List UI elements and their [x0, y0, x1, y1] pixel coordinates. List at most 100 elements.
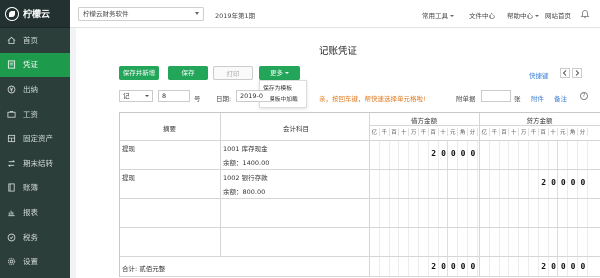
save-and-new-button[interactable]: 保存并新增 — [119, 66, 159, 80]
credit-cell[interactable] — [480, 199, 600, 227]
account-cell[interactable]: 1002 银行存款 余额：800.00 — [221, 170, 370, 198]
voucher-header-row: 记 8 号 日期: 2019-0 亲，按回车键，帮快速选择单元格啦! 附单据 张… — [76, 90, 600, 104]
bell-icon[interactable] — [580, 9, 590, 19]
table-row[interactable]: 提现 1002 银行存款 余额：800.00 2 0 0 0 0 — [120, 170, 600, 199]
logo[interactable]: 柠檬云 — [0, 0, 70, 28]
amount-digit: 2 — [541, 178, 547, 187]
chevron-right-icon — [575, 70, 580, 76]
next-voucher-button[interactable] — [572, 68, 582, 78]
menu-file-center[interactable]: 文件中心 — [469, 10, 495, 20]
debit-cell[interactable] — [370, 199, 480, 227]
amount-digit: 0 — [460, 149, 466, 158]
menu-file-center-label: 文件中心 — [469, 12, 495, 20]
amount-digit: 0 — [560, 262, 566, 271]
amount-digit — [370, 149, 380, 158]
sidebar-item-fixed-asset[interactable]: 固定资产 — [0, 126, 70, 151]
menu-help-center[interactable]: 帮助中心 — [507, 10, 539, 20]
summary-text: 提现 — [122, 174, 135, 182]
summary-cell[interactable]: 提现 — [120, 170, 221, 198]
logo-text: 柠檬云 — [23, 10, 51, 20]
debit-cell[interactable] — [370, 228, 480, 256]
note-link[interactable]: 备注 — [554, 93, 567, 103]
credit-cell[interactable] — [480, 141, 600, 169]
voucher-word-select[interactable]: 记 — [119, 90, 153, 102]
amount-digit — [380, 149, 390, 158]
amount-digits: 20000 — [370, 149, 478, 158]
more-button-label: 更多 — [270, 69, 283, 77]
digit-grid — [370, 228, 478, 256]
digit-unit: 千 — [490, 128, 500, 136]
amount-digit — [380, 262, 390, 271]
account-cell[interactable] — [221, 199, 370, 227]
fixed-asset-icon — [7, 135, 16, 143]
summary-cell[interactable] — [120, 228, 221, 256]
account-cell[interactable] — [221, 228, 370, 256]
header-debit: 借方金额 — [411, 117, 437, 125]
account-book-select[interactable]: 柠檬云财务软件 — [78, 7, 204, 21]
amount-digit: 0 — [551, 178, 556, 187]
digit-unit: 百 — [390, 128, 400, 136]
sidebar-item-cashier[interactable]: 出纳 — [0, 77, 70, 102]
sidebar-item-salary[interactable]: 工资 — [0, 102, 70, 127]
credit-cell[interactable]: 20000 — [480, 170, 600, 198]
amount-digit: 0 — [470, 262, 476, 271]
sidebar-item-period-close[interactable]: 期末结转 — [0, 151, 70, 176]
sidebar-item-label: 报表 — [23, 207, 38, 217]
digit-unit-header: 亿千百十万千百十元角分 — [480, 128, 588, 136]
sidebar-item-label: 工资 — [23, 109, 38, 119]
voucher-number-input[interactable]: 8 — [158, 90, 190, 102]
voucher-word-value: 记 — [123, 92, 130, 100]
account-text: 1002 银行存款 — [223, 174, 268, 182]
amount-digit: 0 — [470, 149, 476, 158]
table-row[interactable]: 提现 1001 库存现金 余额：1400.00 2 0 0 0 0 — [120, 141, 600, 170]
prev-voucher-button[interactable] — [560, 68, 570, 78]
more-button[interactable]: 更多 — [259, 66, 300, 80]
amount-digit: 0 — [450, 262, 456, 271]
sidebar-item-home[interactable]: 首页 — [0, 28, 70, 53]
home-icon — [7, 36, 16, 44]
table-row[interactable] — [120, 199, 600, 228]
sidebar-item-settings[interactable]: 设置 — [0, 249, 70, 274]
table-row[interactable] — [120, 228, 600, 257]
attachment-count-input[interactable] — [481, 90, 511, 102]
amount-digit — [519, 178, 529, 187]
total-row: 合计: 贰佰元整 2 0 0 0 0 2 0 0 0 0 — [120, 257, 600, 277]
amount-digit — [419, 262, 429, 271]
sidebar-item-voucher[interactable]: 凭证 — [0, 52, 70, 78]
header-credit: 贷方金额 — [526, 117, 553, 125]
help-icon[interactable]: ? — [580, 92, 588, 100]
amount-digit — [480, 262, 490, 271]
chevron-down-icon — [285, 72, 289, 74]
caret-down-icon — [145, 95, 149, 97]
salary-icon — [7, 110, 16, 118]
save-button[interactable]: 保存 — [168, 66, 208, 80]
menu-common-tools[interactable]: 常用工具 — [422, 10, 454, 20]
voucher-number-unit: 号 — [194, 95, 201, 103]
sidebar-item-label: 首页 — [23, 35, 38, 45]
attachment-link[interactable]: 附件 — [531, 93, 544, 103]
sidebar-item-report[interactable]: 报表 — [0, 200, 70, 225]
menu-website-home[interactable]: 网站首页 — [545, 10, 571, 20]
summary-cell[interactable]: 提现 — [120, 141, 221, 169]
amount-digit — [490, 178, 500, 187]
digit-unit: 百 — [429, 128, 439, 136]
digit-unit: 亿 — [370, 128, 380, 136]
summary-cell[interactable] — [120, 199, 221, 227]
account-balance: 余额：800.00 — [223, 188, 266, 196]
print-button[interactable]: 打印 — [213, 66, 253, 80]
sidebar-item-tax[interactable]: 税务 — [0, 225, 70, 250]
amount-digits: 20000 — [370, 262, 478, 271]
account-cell[interactable]: 1001 库存现金 余额：1400.00 — [221, 141, 370, 169]
sidebar-item-ledger[interactable]: 账簿 — [0, 176, 70, 201]
digit-grid — [480, 199, 588, 227]
header-account-cell: 会计科目 — [221, 113, 370, 140]
debit-cell[interactable] — [370, 170, 480, 198]
debit-cell[interactable]: 20000 — [370, 141, 480, 169]
amount-digit: 0 — [460, 262, 466, 271]
enter-key-hint: 亲，按回车键，帮快速选择单元格啦! — [319, 95, 426, 103]
header-summary-cell: 摘要 — [120, 113, 221, 140]
sidebar-item-label: 出纳 — [23, 84, 38, 94]
date-input[interactable]: 2019-0 — [236, 90, 270, 102]
credit-cell[interactable] — [480, 228, 600, 256]
shortcut-link[interactable]: 快捷键 — [529, 70, 549, 80]
